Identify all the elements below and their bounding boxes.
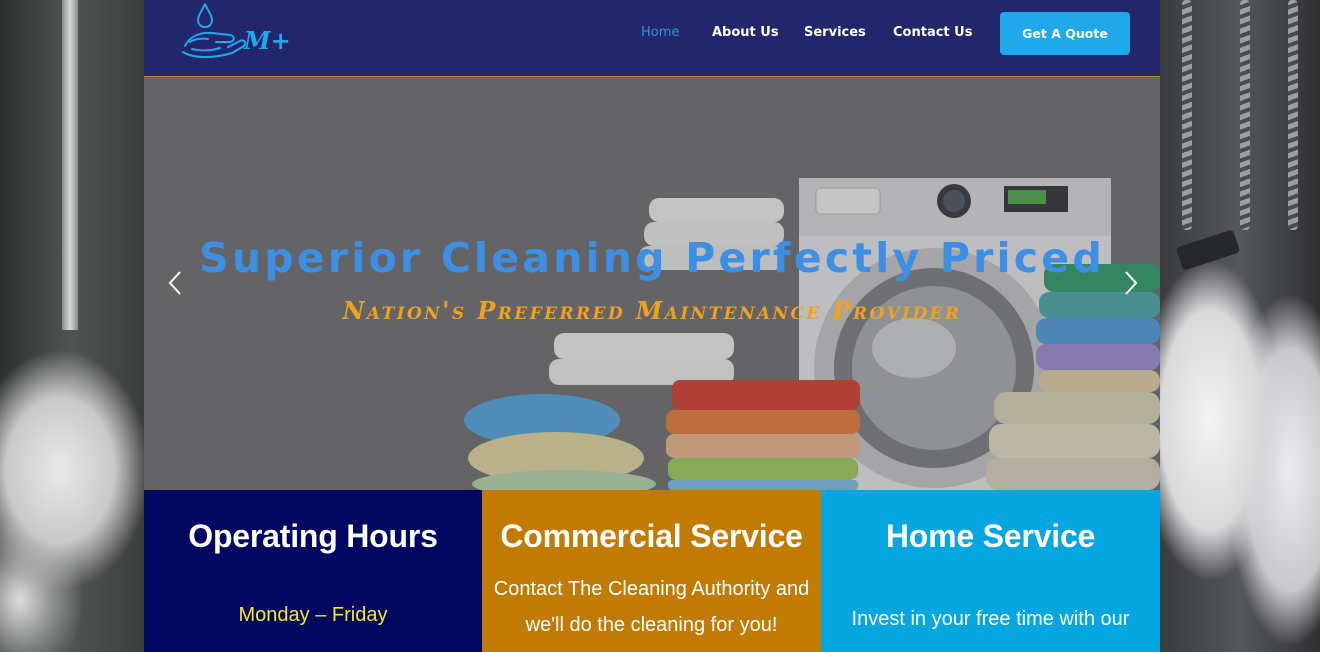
home-service-text: Invest in your free time with our bbox=[851, 608, 1130, 630]
commercial-service-title: Commercial Service bbox=[500, 518, 803, 554]
hero-title: Superior Cleaning Perfectly Priced bbox=[199, 234, 1105, 282]
operating-hours-title: Operating Hours bbox=[188, 518, 438, 554]
hero-subtitle: Nation's Preferred Maintenance Provider bbox=[342, 296, 962, 325]
nav-home[interactable]: Home bbox=[641, 25, 679, 40]
nav-contact-us[interactable]: Contact Us bbox=[893, 25, 972, 40]
hanger-hook bbox=[1182, 0, 1192, 230]
home-service-title: Home Service bbox=[885, 518, 1096, 554]
rack-pole bbox=[62, 0, 78, 330]
hero-slider: Superior Cleaning Perfectly Priced Natio… bbox=[144, 78, 1160, 490]
operating-days-text: Monday – Friday bbox=[238, 604, 388, 626]
hero-overlay bbox=[144, 78, 1160, 490]
page-container: M+ Home About Us Services Contact Us Get… bbox=[144, 0, 1160, 652]
operating-hours-card: Operating Hours Monday – Friday bbox=[144, 490, 482, 652]
slider-next-button[interactable] bbox=[1118, 268, 1142, 298]
chevron-left-icon bbox=[168, 271, 181, 295]
hanger-hook bbox=[1288, 0, 1298, 230]
background-photo-right bbox=[1160, 0, 1320, 652]
background-photo-left bbox=[0, 0, 144, 652]
commercial-service-card: Commercial Service Contact The Cleaning … bbox=[482, 490, 821, 652]
home-service-card: Home Service Invest in your free time wi… bbox=[821, 490, 1160, 652]
nav-services[interactable]: Services bbox=[804, 25, 866, 40]
nav-about-us[interactable]: About Us bbox=[712, 25, 779, 40]
get-a-quote-button[interactable]: Get A Quote bbox=[1000, 12, 1130, 55]
feature-cards: Operating Hours Monday – Friday Commerci… bbox=[144, 490, 1160, 652]
garment-stripe bbox=[1175, 229, 1241, 271]
hanger-hook bbox=[1240, 0, 1250, 230]
commercial-service-text: Contact The Cleaning Authority and we'll… bbox=[493, 578, 810, 636]
chevron-right-icon bbox=[1125, 271, 1138, 295]
site-header: M+ Home About Us Services Contact Us Get… bbox=[144, 0, 1160, 77]
slider-prev-button[interactable] bbox=[164, 268, 188, 298]
